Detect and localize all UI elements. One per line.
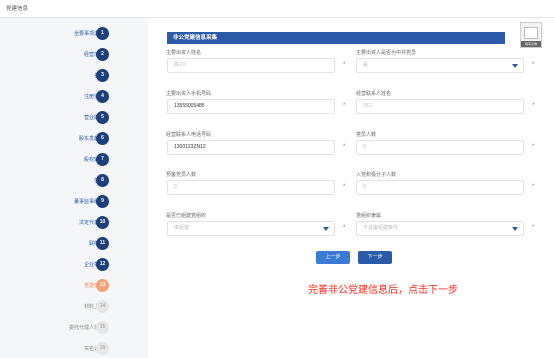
step-number: 6 [96,132,109,145]
field-value: 1300123ZN12 [174,144,206,150]
step-item[interactable]: 住所8 [0,171,148,192]
step-number: 11 [96,237,109,250]
field-value: 陈XX [174,62,186,68]
required-mark: * [532,184,535,190]
required-mark: * [343,184,346,190]
probationary-count-input[interactable]: 0 [167,180,335,195]
party-member-select[interactable]: 是 [356,58,524,73]
chevron-down-icon [512,227,518,231]
field-value: 0 [363,144,366,150]
step-item[interactable]: 注册资本 4 [0,87,148,108]
contact-name-input[interactable]: 刘三 [356,99,524,114]
instruction-annotation: 完善非公党建信息后，点击下一步 [308,285,458,296]
field-value: 是 [363,62,369,68]
field-label: 党组织隶属 [356,213,382,219]
party-org-established-select[interactable]: 未组建 [167,221,335,236]
field-value: 0 [174,184,177,190]
field-label: 入党积极分子人数 [356,172,397,178]
field-label: 经营联系人电话号码 [166,132,212,138]
field-value: 未组建 [174,225,190,231]
step-number: 5 [96,111,109,124]
step-number: 7 [96,153,109,166]
step-item[interactable]: 法定代表人 10 [0,213,148,234]
step-item[interactable]: 材料上传 14 [0,297,148,318]
field-label: 党员人数 [356,132,377,138]
step-sidebar: 全要事项选择1 经营范围2 名称3 注册资本4 营业期限5 股东发起人6 股权转… [0,18,148,358]
field-value: 0 [363,184,366,190]
step-number: 16 [96,342,109,355]
step-number: 2 [96,48,109,61]
step-number: 13 [96,279,109,292]
step-item[interactable]: 联络员11 [0,234,148,255]
step-item[interactable]: 企业章程 12 [0,255,148,276]
required-mark: * [343,225,346,231]
required-mark: * [532,144,535,150]
section-title: 非公党建信息采集 [167,32,505,44]
party-member-count-input[interactable]: 0 [356,140,524,155]
step-item[interactable]: 董事监事经理 9 [0,192,148,213]
party-org-affiliation-select[interactable]: 不具备组建条件 [356,221,524,236]
title-bar: 党建信息 [0,0,554,18]
field-label: 主要出资人姓名 [166,50,202,56]
field-label: 预备党员人数 [166,172,197,178]
thumbnail-label: 填写示例 [521,41,541,47]
step-number: 10 [96,216,109,229]
step-item[interactable]: 全要事项选择 1 [0,24,148,45]
field-label: 主要出资人手机号码 [166,91,212,97]
field-label: 主要出资人是否为中共党员 [356,50,417,56]
chevron-down-icon [323,227,329,231]
investor-phone-input[interactable]: 13555005485 [167,99,335,114]
step-number: 1 [96,27,109,40]
required-mark: * [532,62,535,68]
field-value: 不具备组建条件 [363,225,399,231]
step-number: 8 [96,174,109,187]
step-item[interactable]: 委托代理人信息 15 [0,318,148,339]
field-value: 13555005485 [174,103,205,109]
field-label: 是否已组建党组织 [166,213,207,219]
required-mark: * [343,103,346,109]
field-label: 经营联系人姓名 [356,91,392,97]
required-mark: * [532,225,535,231]
form-panel: 非公党建信息采集 填写示例 主要出资人姓名 陈XX * 主要出资人是否为中共党员… [150,18,554,358]
step-number: 15 [96,321,109,334]
required-mark: * [343,62,346,68]
step-item[interactable]: 经营范围 2 [0,45,148,66]
step-item[interactable]: 股东发起人 6 [0,129,148,150]
step-item[interactable]: 名称3 [0,66,148,87]
required-mark: * [532,103,535,109]
step-number: 3 [96,69,109,82]
investor-name-input[interactable]: 陈XX [167,58,335,73]
step-item[interactable]: 营业期限 5 [0,108,148,129]
step-item-current[interactable]: 党建信息 13 [0,276,148,297]
step-number: 12 [96,258,109,271]
field-value: 刘三 [363,103,374,109]
step-number: 14 [96,300,109,313]
example-thumbnail[interactable]: 填写示例 [520,22,542,48]
window-title: 党建信息 [6,6,29,12]
contact-phone-input[interactable]: 1300123ZN12 [167,140,335,155]
required-mark: * [343,144,346,150]
thumbnail-image [524,27,538,39]
step-item[interactable]: 股权转让 7 [0,150,148,171]
step-number: 9 [96,195,109,208]
activist-count-input[interactable]: 0 [356,180,524,195]
step-item[interactable]: 实名认证 16 [0,339,148,358]
previous-step-button[interactable]: 上一步 [316,251,350,264]
next-step-button[interactable]: 下一步 [358,251,392,264]
step-number: 4 [96,90,109,103]
chevron-down-icon [512,64,518,68]
